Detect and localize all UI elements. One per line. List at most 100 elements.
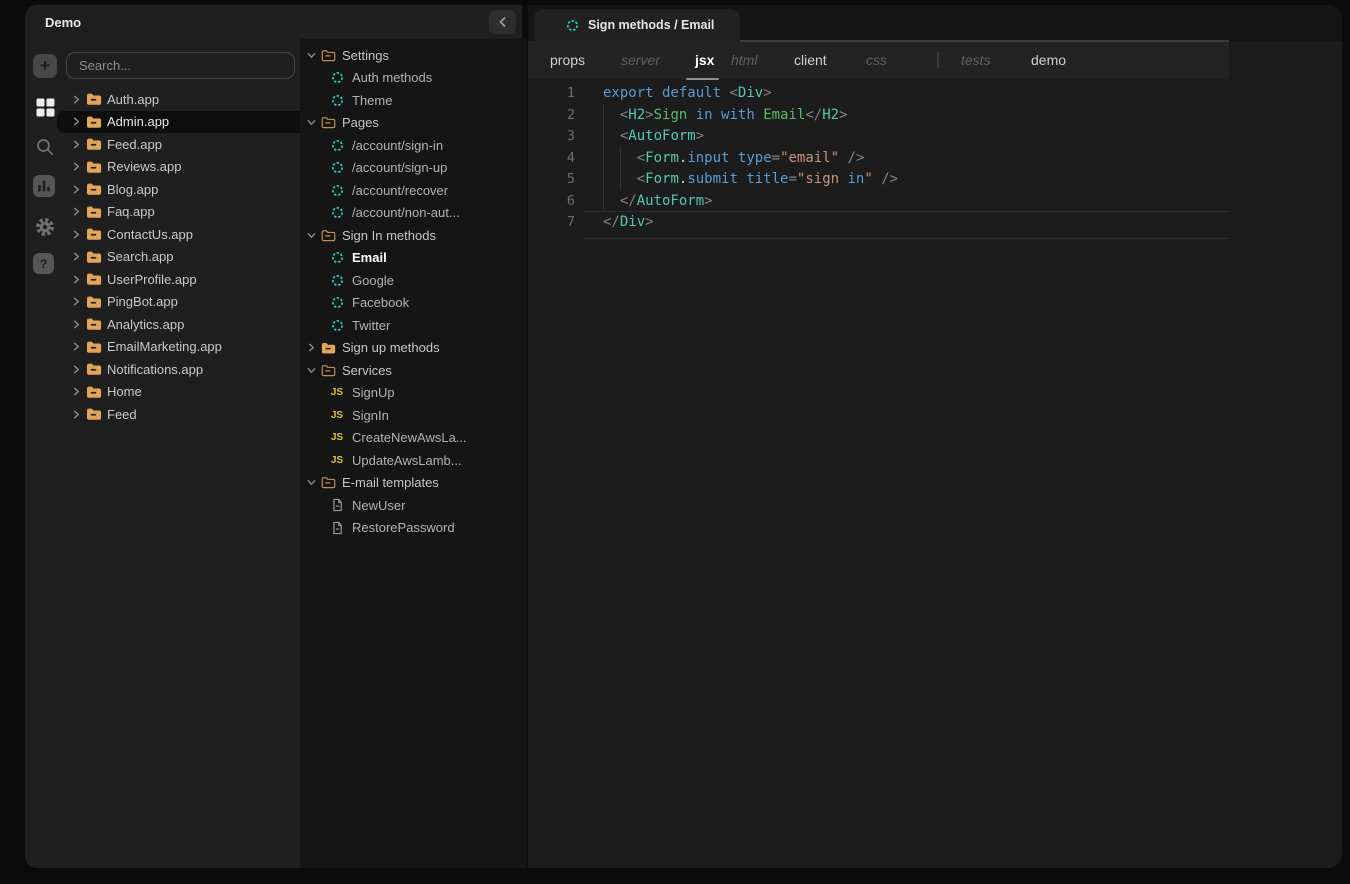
- code-line[interactable]: 6 </AutoForm>: [528, 190, 1342, 212]
- project-row[interactable]: PingBot.app: [57, 291, 300, 314]
- project-label: EmailMarketing.app: [107, 339, 222, 354]
- code-tab-client[interactable]: client: [794, 41, 827, 79]
- folder-icon: [86, 385, 102, 399]
- project-row[interactable]: Auth.app: [57, 88, 300, 111]
- project-row[interactable]: Search.app: [57, 246, 300, 269]
- tree-item-row[interactable]: JSCreateNewAwsLa...: [300, 427, 527, 450]
- project-row[interactable]: EmailMarketing.app: [57, 336, 300, 359]
- code-tabs: props server jsxhtml client css tests demo: [528, 41, 1229, 79]
- project-row[interactable]: Feed.app: [57, 133, 300, 156]
- code-line[interactable]: 4 <Form.input type="email" />: [528, 147, 1342, 169]
- add-button[interactable]: +: [33, 54, 57, 78]
- project-row[interactable]: UserProfile.app: [57, 268, 300, 291]
- code-token: />: [881, 171, 898, 187]
- editor-panel: Sign methods / Email props server jsxhtml c…: [528, 5, 1342, 868]
- code-token: >: [704, 193, 712, 209]
- tree-section-row[interactable]: Sign up methods: [300, 337, 527, 360]
- tree-item-label: Twitter: [352, 318, 390, 333]
- tree-item-label: /account/recover: [352, 183, 448, 198]
- code-tab-demo[interactable]: demo: [1031, 41, 1066, 79]
- tree-item-row[interactable]: Auth methods: [300, 67, 527, 90]
- chevron-right-icon: [72, 207, 81, 216]
- tree-section-row[interactable]: Sign In methods: [300, 224, 527, 247]
- file-tab[interactable]: Sign methods / Email: [534, 9, 740, 41]
- code-tab-html[interactable]: html: [731, 41, 757, 79]
- tree-section-label: Settings: [342, 48, 389, 63]
- chevron-right-icon: [72, 117, 81, 126]
- chevron-down-icon: [307, 118, 316, 127]
- tree-item-row[interactable]: Google: [300, 269, 527, 292]
- tree-section-label: Pages: [342, 115, 379, 130]
- project-label: UserProfile.app: [107, 272, 197, 287]
- tree-item-row[interactable]: Facebook: [300, 292, 527, 315]
- component-tree: Settings Auth methodsTheme Pages/account/s…: [300, 39, 527, 868]
- tree-item-row[interactable]: Email: [300, 247, 527, 270]
- tree-item-row[interactable]: JSSignIn: [300, 404, 527, 427]
- code-token: =: [788, 171, 796, 187]
- code-line[interactable]: 3 <AutoForm>: [528, 126, 1342, 148]
- code-token: Sign: [654, 107, 696, 123]
- folder-icon: [86, 182, 102, 196]
- tree-item-label: /account/sign-up: [352, 160, 447, 175]
- project-row[interactable]: Faq.app: [57, 201, 300, 224]
- project-row[interactable]: Home: [57, 381, 300, 404]
- tree-item-row[interactable]: JSUpdateAwsLamb...: [300, 449, 527, 472]
- project-row[interactable]: Analytics.app: [57, 313, 300, 336]
- tree-item-row[interactable]: NewUser: [300, 494, 527, 517]
- project-row[interactable]: Blog.app: [57, 178, 300, 201]
- tree-section-row[interactable]: Services: [300, 359, 527, 382]
- tree-section-row[interactable]: Pages: [300, 112, 527, 135]
- project-row[interactable]: Notifications.app: [57, 358, 300, 381]
- tree-item-row[interactable]: Twitter: [300, 314, 527, 337]
- code-line[interactable]: 7</Div>: [528, 212, 1342, 234]
- tree-item-row[interactable]: Theme: [300, 89, 527, 112]
- code-line[interactable]: 1export default <Div>: [528, 83, 1342, 105]
- tree-section-row[interactable]: Settings: [300, 44, 527, 67]
- folder-icon: [86, 362, 102, 376]
- tree-item-label: NewUser: [352, 498, 405, 513]
- component-icon: [331, 319, 344, 332]
- code-token: >: [763, 85, 771, 101]
- project-row[interactable]: Admin.app: [57, 111, 300, 134]
- tree-item-row[interactable]: RestorePassword: [300, 517, 527, 540]
- code-token: >: [645, 107, 653, 123]
- tree-item-row[interactable]: /account/non-aut...: [300, 202, 527, 225]
- tab-divider: [937, 52, 939, 68]
- project-row[interactable]: ContactUs.app: [57, 223, 300, 246]
- code-text: <Form.input type="email" />: [575, 150, 864, 166]
- tree-item-row[interactable]: /account/recover: [300, 179, 527, 202]
- tree-item-label: SignIn: [352, 408, 389, 423]
- chevron-right-icon: [72, 95, 81, 104]
- active-line-border-bottom: [585, 238, 1229, 239]
- code-line[interactable]: 2 <H2>Sign in with Email</H2>: [528, 104, 1342, 126]
- code-line[interactable]: 5 <Form.submit title="sign in" />: [528, 169, 1342, 191]
- code-text: export default <Div>: [575, 85, 772, 101]
- chevron-down-icon: [307, 51, 316, 60]
- code-tab-jsx[interactable]: jsx: [695, 41, 714, 79]
- chevron-right-icon: [72, 162, 81, 171]
- code-tab-server[interactable]: server: [621, 41, 660, 79]
- component-icon: [331, 161, 344, 174]
- tree-item-label: RestorePassword: [352, 520, 455, 535]
- project-row[interactable]: Reviews.app: [57, 156, 300, 179]
- tree-item-row[interactable]: /account/sign-in: [300, 134, 527, 157]
- collapse-sidebar-button[interactable]: [489, 10, 516, 34]
- search-input[interactable]: [66, 52, 295, 79]
- tree-item-row[interactable]: /account/sign-up: [300, 157, 527, 180]
- code-token: AutoForm: [637, 193, 704, 209]
- code-token: [603, 193, 620, 209]
- project-label: Home: [107, 384, 142, 399]
- chevron-right-icon: [72, 387, 81, 396]
- tree-section-row[interactable]: E-mail templates: [300, 472, 527, 495]
- code-token: Email: [755, 107, 806, 123]
- component-icon: [331, 251, 344, 264]
- project-row[interactable]: Feed: [57, 403, 300, 426]
- project-label: Feed.app: [107, 137, 162, 152]
- project-label: Search.app: [107, 249, 174, 264]
- tree-item-row[interactable]: JSSignUp: [300, 382, 527, 405]
- code-tab-tests[interactable]: tests: [961, 41, 991, 79]
- js-icon: JS: [331, 432, 343, 443]
- code-tab-css[interactable]: css: [866, 41, 887, 79]
- code-tab-props[interactable]: props: [550, 41, 585, 79]
- code-token: </: [805, 107, 822, 123]
